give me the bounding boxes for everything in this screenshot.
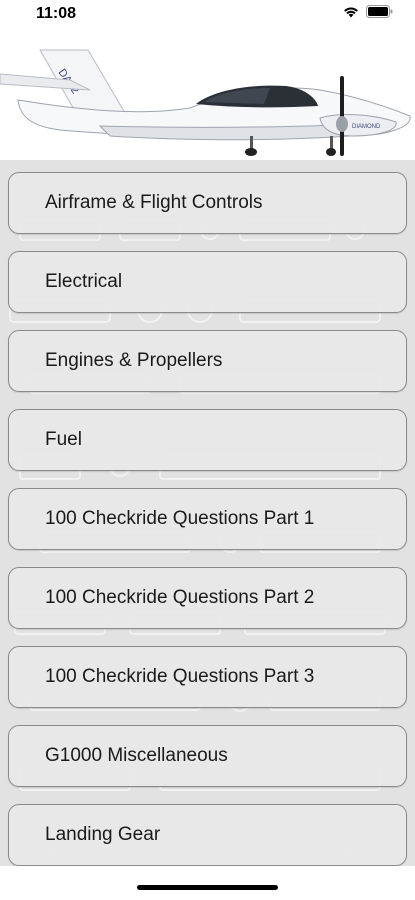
home-indicator[interactable] — [137, 885, 278, 890]
battery-icon — [366, 5, 393, 23]
menu-button-landing-gear[interactable]: Landing Gear — [8, 804, 407, 866]
menu-button-checkride-part-1[interactable]: 100 Checkride Questions Part 1 — [8, 488, 407, 550]
menu-button-g1000-miscellaneous[interactable]: G1000 Miscellaneous — [8, 725, 407, 787]
menu-button-checkride-part-2[interactable]: 100 Checkride Questions Part 2 — [8, 567, 407, 629]
status-icons — [342, 5, 393, 23]
menu-button-electrical[interactable]: Electrical — [8, 251, 407, 313]
menu-list: Airframe & Flight Controls Electrical En… — [8, 172, 407, 866]
status-time: 11:08 — [36, 5, 77, 22]
menu-button-airframe-flight-controls[interactable]: Airframe & Flight Controls — [8, 172, 407, 234]
menu-button-checkride-part-3[interactable]: 100 Checkride Questions Part 3 — [8, 646, 407, 708]
menu-panel: Airframe & Flight Controls Electrical En… — [0, 160, 415, 866]
header-aircraft-image: DA42 DIAMOND — [0, 40, 415, 160]
menu-button-fuel[interactable]: Fuel — [8, 409, 407, 471]
bottom-safe-area — [0, 866, 415, 900]
wifi-icon — [342, 5, 360, 23]
menu-button-engines-propellers[interactable]: Engines & Propellers — [8, 330, 407, 392]
fuselage-text: DIAMOND — [352, 124, 381, 130]
